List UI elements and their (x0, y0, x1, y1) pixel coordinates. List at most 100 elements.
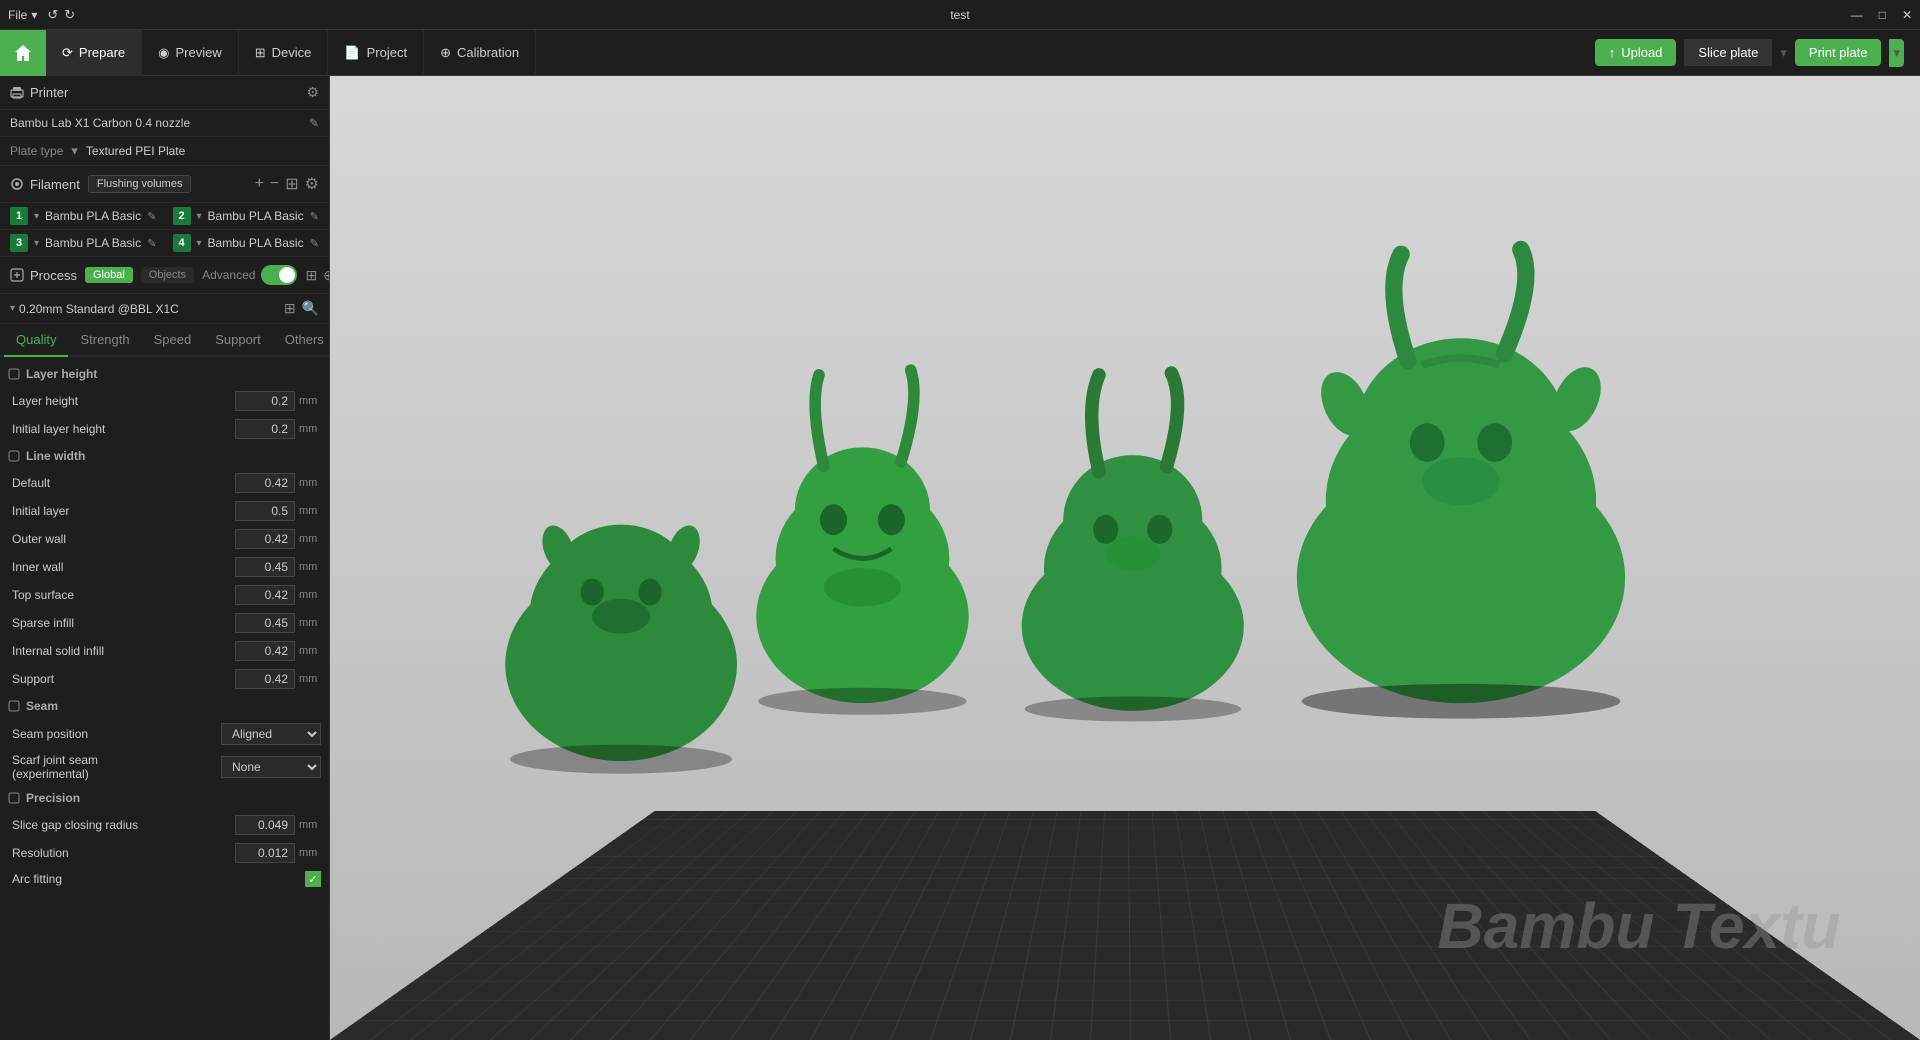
layer-height-group-header[interactable]: Layer height (0, 361, 329, 387)
lw-support-unit: mm (299, 673, 321, 685)
printer-title-label: Printer (30, 85, 68, 100)
initial-layer-height-unit: mm (299, 423, 321, 435)
filament-settings-icon[interactable]: ⚙ (305, 174, 319, 194)
slice-plate-button[interactable]: Slice plate (1684, 39, 1772, 66)
redo-icon[interactable]: ↻ (64, 7, 75, 23)
slice-gap-input[interactable] (235, 815, 295, 835)
add-filament-icon[interactable]: + (255, 175, 264, 193)
dropdown-icon[interactable]: ▾ (31, 8, 37, 22)
filament-3-badge: 3 (10, 234, 28, 252)
tab-prepare[interactable]: ⟳ Prepare (46, 30, 142, 76)
lw-internal-solid-value-group: mm (235, 641, 321, 661)
seam-position-select[interactable]: Aligned Nearest Random (221, 723, 321, 745)
filament-presets-icon[interactable]: ⊞ (285, 174, 298, 194)
process-copy-icon[interactable]: ⊞ (305, 267, 317, 284)
profile-search-icon[interactable]: 🔍 (302, 300, 319, 317)
lw-default-input[interactable] (235, 473, 295, 493)
file-menu[interactable]: File ▾ (8, 8, 37, 22)
tag-global[interactable]: Global (85, 267, 133, 283)
lw-internal-solid-input[interactable] (235, 641, 295, 661)
filament-1-edit-icon[interactable]: ✎ (147, 210, 156, 223)
layer-height-label: Layer height (12, 394, 235, 408)
layer-height-group-label: Layer height (26, 367, 97, 381)
printer-settings-icon[interactable]: ⚙ (306, 84, 319, 101)
home-button[interactable] (0, 30, 46, 76)
slice-dropdown-arrow[interactable]: ▾ (1780, 45, 1787, 61)
printer-section-header: Printer ⚙ (0, 76, 329, 110)
print-dropdown-arrow[interactable]: ▾ (1889, 39, 1904, 67)
lw-inner-wall-input[interactable] (235, 557, 295, 577)
minimize-button[interactable]: — (1851, 8, 1863, 22)
window-controls: — □ ✕ (1851, 8, 1912, 22)
preview-label: Preview (176, 45, 222, 60)
profile-save-icon[interactable]: ⊞ (284, 300, 296, 317)
lw-outer-wall-input[interactable] (235, 529, 295, 549)
3d-scene[interactable]: Bambu Textu 5 (330, 76, 1920, 1040)
printer-select-row: Bambu Lab X1 Carbon 0.4 nozzle ✎ (0, 110, 329, 137)
maximize-button[interactable]: □ (1879, 8, 1886, 22)
remove-filament-icon[interactable]: − (270, 175, 279, 193)
filament-3-edit-icon[interactable]: ✎ (147, 237, 156, 250)
upload-button[interactable]: ↑ Upload (1595, 39, 1677, 66)
filament-4-badge: 4 (173, 234, 191, 252)
advanced-toggle[interactable] (261, 265, 297, 285)
lw-initial-unit: mm (299, 505, 321, 517)
advanced-toggle-row: Advanced (202, 265, 297, 285)
tag-objects[interactable]: Objects (141, 267, 194, 283)
upload-icon: ↑ (1609, 45, 1616, 60)
flush-volumes-button[interactable]: Flushing volumes (88, 175, 192, 193)
tab-project[interactable]: 📄 Project (328, 30, 424, 76)
tab-preview[interactable]: ◉ Preview (142, 30, 239, 76)
scarf-joint-select[interactable]: None (221, 756, 321, 778)
print-plate-button[interactable]: Print plate (1795, 39, 1882, 66)
lw-initial-input[interactable] (235, 501, 295, 521)
slice-gap-label: Slice gap closing radius (12, 818, 235, 832)
line-width-group-header[interactable]: Line width (0, 443, 329, 469)
slice-gap-row: Slice gap closing radius mm (0, 811, 329, 839)
layer-height-input[interactable]: 0.2 (235, 391, 295, 411)
line-width-group-label: Line width (26, 449, 85, 463)
lw-initial-value-group: mm (235, 501, 321, 521)
lw-support-input[interactable] (235, 669, 295, 689)
filament-3-dropdown: ▾ (34, 238, 39, 249)
arc-fitting-checkbox[interactable]: ✓ (305, 871, 321, 887)
seam-group-header[interactable]: Seam (0, 693, 329, 719)
tab-device[interactable]: ⊞ Device (239, 30, 329, 76)
process-settings-icon[interactable]: ⊕ (323, 267, 330, 284)
initial-layer-height-input[interactable]: 0.2 (235, 419, 295, 439)
initial-layer-height-label: Initial layer height (12, 422, 235, 436)
resolution-input[interactable] (235, 843, 295, 863)
lw-sparse-infill-unit: mm (299, 617, 321, 629)
filament-row-2: 3 ▾ Bambu PLA Basic ✎ 4 ▾ Bambu PLA Basi… (0, 230, 329, 257)
printer-name-label: Bambu Lab X1 Carbon 0.4 nozzle (10, 116, 190, 130)
arc-fitting-value-group: ✓ (305, 871, 321, 887)
tab-strength[interactable]: Strength (68, 324, 141, 357)
precision-group-header[interactable]: Precision (0, 785, 329, 811)
tab-calibration[interactable]: ⊕ Calibration (424, 30, 536, 76)
lw-top-surface-input[interactable] (235, 585, 295, 605)
tab-support[interactable]: Support (203, 324, 273, 357)
plate-type-label: Plate type (10, 144, 63, 158)
plate-type-row: Plate type ▾ Textured PEI Plate (0, 137, 329, 166)
undo-icon[interactable]: ↺ (47, 7, 58, 23)
printer-edit-icon[interactable]: ✎ (309, 116, 319, 130)
tab-speed[interactable]: Speed (142, 324, 204, 357)
seam-position-row: Seam position Aligned Nearest Random (0, 719, 329, 749)
close-button[interactable]: ✕ (1902, 8, 1912, 22)
lw-default-value-group: mm (235, 473, 321, 493)
project-icon: 📄 (344, 45, 360, 61)
tab-quality[interactable]: Quality (4, 324, 68, 357)
lw-sparse-infill-input[interactable] (235, 613, 295, 633)
printer-section-title: Printer (10, 85, 68, 100)
lw-outer-wall-unit: mm (299, 533, 321, 545)
filament-4-edit-icon[interactable]: ✎ (310, 237, 319, 250)
lw-outer-wall-label: Outer wall (12, 532, 235, 546)
filament-2-edit-icon[interactable]: ✎ (310, 210, 319, 223)
top-navigation: ⟳ Prepare ◉ Preview ⊞ Device 📄 Project ⊕… (0, 30, 1920, 76)
slice-gap-value-group: mm (235, 815, 321, 835)
file-label[interactable]: File (8, 8, 27, 22)
lw-outer-wall-value-group: mm (235, 529, 321, 549)
tab-others[interactable]: Others (273, 324, 330, 357)
slice-gap-unit: mm (299, 819, 321, 831)
dragon-models (457, 192, 1809, 848)
